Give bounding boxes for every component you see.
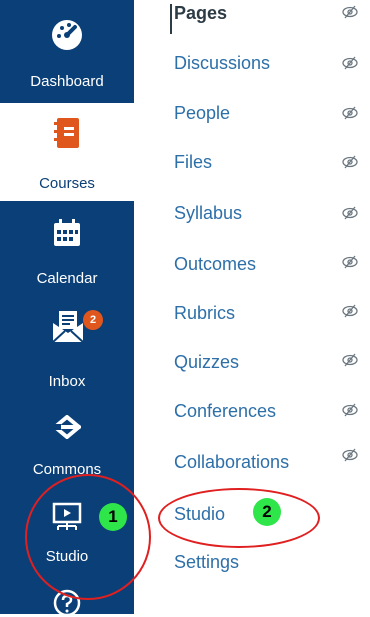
hidden-eye-icon: [342, 206, 358, 220]
course-nav-conferences[interactable]: Conferences: [174, 400, 276, 422]
courses-icon: [54, 118, 79, 148]
nav-courses-label: Courses: [39, 175, 95, 192]
nav-calendar[interactable]: Calendar: [0, 201, 134, 297]
course-nav-discussions[interactable]: Discussions: [174, 52, 270, 74]
hidden-eye-icon: [342, 448, 358, 462]
hidden-eye-icon: [342, 255, 358, 269]
nav-inbox-label: Inbox: [48, 373, 86, 390]
calendar-icon: [54, 219, 80, 246]
highlight-circle-studio-nav: [25, 474, 151, 600]
highlight-circle-studio-link: [158, 488, 320, 548]
course-nav-quizzes[interactable]: Quizzes: [174, 351, 239, 373]
inbox-icon: [52, 311, 84, 343]
course-nav-pages[interactable]: Pages: [174, 3, 227, 24]
course-nav-rubrics[interactable]: Rubrics: [174, 302, 235, 324]
step-marker-1: 1: [99, 503, 127, 531]
hidden-eye-icon: [342, 5, 358, 19]
active-indicator: [170, 4, 172, 34]
hidden-eye-icon: [342, 304, 358, 318]
nav-dashboard-label: Dashboard: [30, 73, 104, 90]
nav-commons[interactable]: Commons: [0, 397, 134, 487]
course-nav-people[interactable]: People: [174, 102, 230, 124]
step-marker-2: 2: [253, 498, 281, 526]
nav-courses[interactable]: Courses: [0, 103, 134, 201]
nav-inbox[interactable]: 2 Inbox: [0, 297, 134, 397]
hidden-eye-icon: [342, 353, 358, 367]
hidden-eye-icon: [342, 403, 358, 417]
course-nav-syllabus[interactable]: Syllabus: [174, 202, 242, 224]
hidden-eye-icon: [342, 155, 358, 169]
course-nav-outcomes[interactable]: Outcomes: [174, 253, 256, 275]
dashboard-icon: [52, 20, 82, 50]
inbox-unread-badge: 2: [83, 310, 103, 330]
hidden-eye-icon: [342, 56, 358, 70]
hidden-eye-icon: [342, 106, 358, 120]
nav-dashboard[interactable]: Dashboard: [0, 0, 134, 103]
course-nav-files[interactable]: Files: [174, 151, 212, 173]
course-nav-settings[interactable]: Settings: [174, 551, 239, 573]
nav-calendar-label: Calendar: [36, 270, 98, 287]
commons-icon: [53, 415, 81, 439]
course-nav-collaborations[interactable]: Collaborations: [174, 451, 289, 473]
